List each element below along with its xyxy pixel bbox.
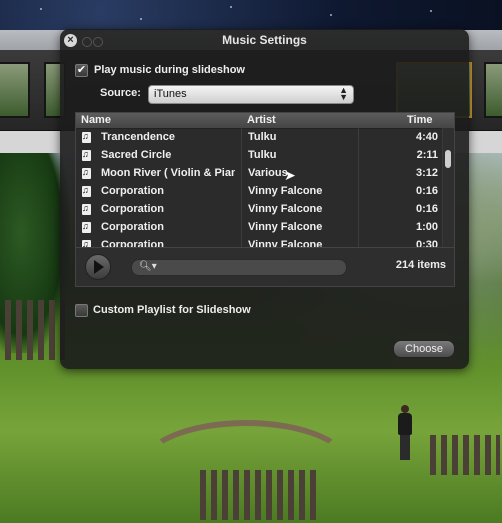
track-time: 0:30 — [415, 239, 438, 248]
source-selected-value: iTunes — [154, 88, 187, 100]
column-header-name[interactable]: Name — [81, 114, 111, 126]
music-settings-panel: × Music Settings ✔ Play music during sli… — [60, 29, 469, 369]
track-name: Corporation — [101, 203, 164, 215]
custom-playlist-checkbox[interactable]: ✔ — [75, 304, 88, 317]
star — [430, 10, 432, 12]
search-field[interactable]: 🔍︎▾ — [131, 259, 347, 277]
music-table: Name Artist Time Trancendence Tulku 4:40… — [75, 112, 455, 248]
star — [140, 18, 142, 20]
track-name: Corporation — [101, 239, 164, 248]
track-artist: Vinny Falcone — [248, 239, 323, 248]
table-header: Name Artist Time — [76, 113, 454, 129]
star — [40, 8, 42, 10]
desktop-background — [0, 0, 502, 30]
table-row[interactable]: Corporation Vinny Falcone 0:30 — [76, 237, 442, 248]
track-time: 4:40 — [415, 131, 438, 143]
photo-stones — [5, 300, 65, 360]
music-file-icon — [82, 239, 91, 247]
table-scrollbar[interactable] — [442, 128, 454, 247]
thumbnail[interactable] — [0, 62, 30, 118]
photo-path — [140, 420, 352, 512]
music-file-icon — [82, 149, 91, 161]
item-count: 214 items — [395, 259, 446, 271]
play-music-checkbox[interactable]: ✔ — [75, 64, 88, 77]
source-label: Source: — [100, 87, 141, 99]
play-button[interactable] — [85, 254, 111, 280]
column-header-time[interactable]: Time — [407, 114, 432, 126]
table-row[interactable]: Corporation Vinny Falcone 1:00 — [76, 219, 442, 237]
photo-person — [398, 405, 412, 460]
choose-button[interactable]: Choose — [393, 340, 455, 358]
mouse-cursor-icon: ➤ — [284, 167, 296, 183]
search-icon[interactable]: 🔍︎▾ — [139, 261, 157, 272]
track-time: 2:11 — [416, 149, 438, 161]
track-artist: Vinny Falcone — [248, 185, 323, 197]
play-icon — [94, 260, 104, 274]
select-arrows-icon: ▲ ▼ — [339, 85, 348, 102]
column-header-artist[interactable]: Artist — [247, 114, 276, 126]
photo-stones — [430, 435, 500, 475]
table-row[interactable]: Moon River ( Violin & Piano ) Various 3:… — [76, 165, 442, 183]
track-artist: Tulku — [248, 131, 277, 143]
track-time: 1:00 — [415, 221, 438, 233]
source-select[interactable]: iTunes ▲ ▼ — [148, 85, 354, 104]
play-music-label: Play music during slideshow — [94, 64, 245, 76]
track-name: Moon River ( Violin & Piano ) — [101, 167, 235, 179]
table-row[interactable]: Trancendence Tulku 4:40 — [76, 129, 442, 147]
star — [330, 14, 332, 16]
track-name: Sacred Circle — [101, 149, 172, 161]
thumbnail[interactable] — [484, 62, 502, 118]
track-artist: Vinny Falcone — [248, 203, 323, 215]
music-file-icon — [82, 131, 91, 143]
table-row[interactable]: Corporation Vinny Falcone 0:16 — [76, 183, 442, 201]
panel-title: Music Settings — [222, 33, 307, 47]
track-name: Corporation — [101, 185, 164, 197]
star — [230, 6, 232, 8]
music-file-icon — [82, 185, 91, 197]
track-artist: Various — [248, 167, 288, 179]
track-artist: Vinny Falcone — [248, 221, 323, 233]
search-input[interactable] — [156, 260, 344, 277]
track-time: 3:12 — [415, 167, 438, 179]
table-row[interactable]: Corporation Vinny Falcone 0:16 — [76, 201, 442, 219]
track-time: 0:16 — [415, 185, 438, 197]
music-file-icon — [82, 203, 91, 215]
track-time: 0:16 — [415, 203, 438, 215]
track-name: Trancendence — [101, 131, 175, 143]
track-name: Corporation — [101, 221, 164, 233]
table-row[interactable]: Sacred Circle Tulku 2:11 — [76, 147, 442, 165]
track-artist: Tulku — [248, 149, 277, 161]
custom-playlist-label: Custom Playlist for Slideshow — [93, 304, 251, 316]
scrollbar-thumb[interactable] — [445, 150, 451, 168]
music-file-icon — [82, 167, 91, 179]
music-file-icon — [82, 221, 91, 233]
player-controls: 🔍︎▾ 214 items — [75, 248, 455, 287]
